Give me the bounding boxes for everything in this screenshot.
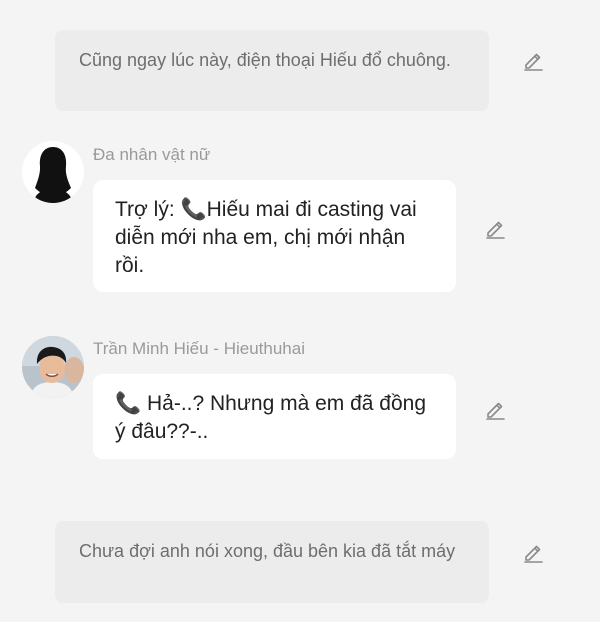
chat-bubble-2: 📞 Hả-..? Nhưng mà em đã đồng ý đâu??-.. [93, 374, 456, 459]
hieu-photo-avatar[interactable] [22, 336, 84, 398]
narration-message-2: Chưa đợi anh nói xong, đầu bên kia đã tắ… [55, 521, 489, 603]
chat-text-2: 📞 Hả-..? Nhưng mà em đã đồng ý đâu??-.. [115, 392, 427, 443]
edit-icon-2[interactable] [483, 216, 507, 240]
narration-text-1: Cũng ngay lúc này, điện thoại Hiếu đổ ch… [79, 50, 451, 70]
female-silhouette-avatar[interactable] [22, 141, 84, 203]
edit-icon-3[interactable] [483, 397, 507, 421]
narration-message-1: Cũng ngay lúc này, điện thoại Hiếu đổ ch… [55, 30, 489, 111]
edit-icon-4[interactable] [521, 540, 545, 564]
edit-icon-1[interactable] [521, 48, 545, 72]
chat-text-1: Trợ lý: 📞Hiếu mai đi casting vai diễn mớ… [115, 198, 417, 277]
character-name-1: Đa nhân vật nữ [93, 145, 211, 164]
chat-bubble-1: Trợ lý: 📞Hiếu mai đi casting vai diễn mớ… [93, 180, 456, 292]
character-name-2: Trần Minh Hiếu - Hieuthuhai [93, 339, 305, 358]
narration-text-2: Chưa đợi anh nói xong, đầu bên kia đã tắ… [79, 541, 456, 561]
